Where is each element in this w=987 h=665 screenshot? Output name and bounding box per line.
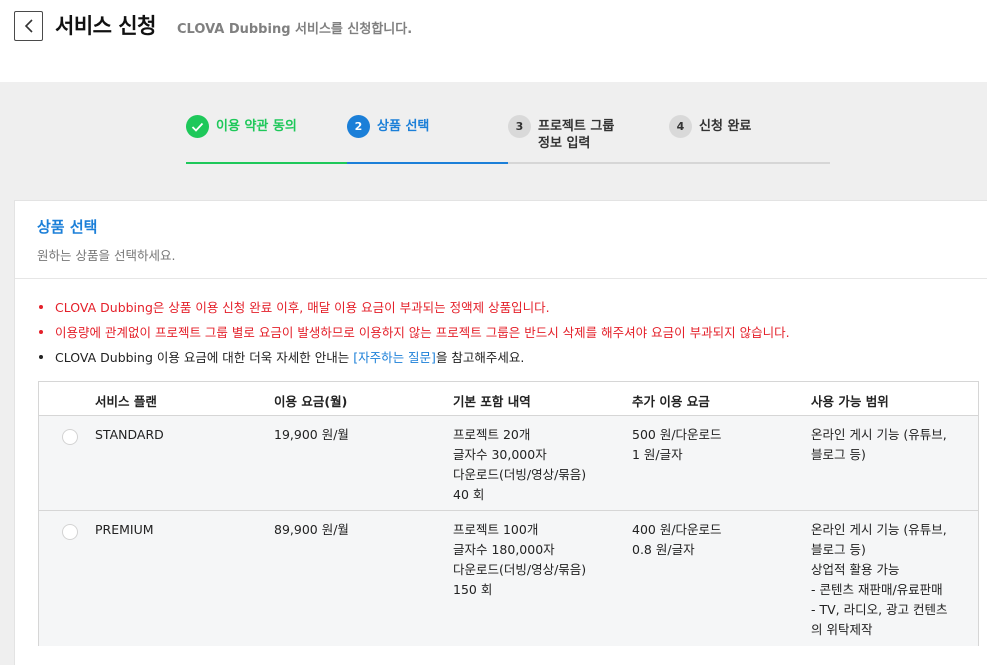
step-label: 프로젝트 그룹 정보 입력 (538, 119, 615, 151)
page-header: 서비스 신청 CLOVA Dubbing 서비스를 신청합니다. (0, 0, 987, 82)
step-label: 이용 약관 동의 (216, 119, 297, 134)
step-project-group-info: 3 프로젝트 그룹 정보 입력 (508, 115, 669, 165)
step-complete: 4 신청 완료 (669, 115, 830, 165)
product-select-card: 상품 선택 원하는 상품을 선택하세요. CLOVA Dubbing은 상품 이… (14, 200, 987, 665)
card-title: 상품 선택 (37, 218, 98, 236)
plan-price: 89,900 원/월 (274, 522, 349, 537)
plan-price: 19,900 원/월 (274, 427, 349, 442)
notice-billing: CLOVA Dubbing은 상품 이용 신청 완료 이후, 매달 이용 요금이… (39, 300, 550, 316)
notice-deletion: 이용량에 관계없이 프로젝트 그룹 별로 요금이 발생하므로 이용하지 않는 프… (39, 325, 790, 341)
card-header: 상품 선택 원하는 상품을 선택하세요. (15, 201, 987, 279)
step-number: 3 (508, 115, 531, 138)
step-done-check-icon (186, 115, 209, 138)
step-product-select: 2 상품 선택 (347, 115, 508, 165)
plan-radio-standard[interactable] (62, 429, 78, 445)
plan-name: PREMIUM (95, 522, 154, 537)
plan-radio-premium[interactable] (62, 524, 78, 540)
plan-included: 프로젝트 100개 글자수 180,000자 다운로드(더빙/영상/묶음) 15… (453, 522, 587, 597)
table-row[interactable]: PREMIUM 89,900 원/월 프로젝트 100개 글자수 180,000… (39, 511, 978, 646)
header-plan: 서비스 플랜 (95, 394, 157, 409)
plan-name: STANDARD (95, 427, 164, 442)
plan-table: 서비스 플랜 이용 요금(월) 기본 포함 내역 추가 이용 요금 사용 가능 … (38, 381, 979, 646)
page-title: 서비스 신청 (55, 14, 156, 38)
notice-faq: CLOVA Dubbing 이용 요금에 대한 더욱 자세한 안내는 [자주하는… (39, 350, 524, 366)
plan-scope: 온라인 게시 기능 (유튜브, 블로그 등) 상업적 활용 가능 - 콘텐츠 재… (811, 522, 948, 637)
back-button[interactable] (14, 11, 43, 41)
card-description: 원하는 상품을 선택하세요. (37, 248, 176, 263)
page-subtitle: CLOVA Dubbing 서비스를 신청합니다. (177, 22, 413, 37)
step-label: 신청 완료 (699, 119, 752, 134)
bullet-icon (39, 354, 43, 359)
step-number: 4 (669, 115, 692, 138)
step-terms-agreement: 이용 약관 동의 (186, 115, 347, 165)
header-price: 이용 요금(월) (274, 394, 348, 409)
plan-included: 프로젝트 20개 글자수 30,000자 다운로드(더빙/영상/묶음) 40 회 (453, 427, 587, 502)
stepper: 이용 약관 동의 2 상품 선택 3 프로젝트 그룹 정보 입력 4 신청 완료 (186, 115, 830, 165)
table-row[interactable]: STANDARD 19,900 원/월 프로젝트 20개 글자수 30,000자… (39, 416, 978, 511)
chevron-left-icon (24, 19, 33, 33)
faq-link[interactable]: [자주하는 질문] (353, 350, 436, 365)
step-number: 2 (347, 115, 370, 138)
plan-scope: 온라인 게시 기능 (유튜브, 블로그 등) (811, 427, 947, 462)
header-scope: 사용 가능 범위 (811, 394, 889, 409)
plan-extra: 500 원/다운로드 1 원/글자 (632, 427, 722, 462)
header-extra: 추가 이용 요금 (632, 394, 710, 409)
header-included: 기본 포함 내역 (453, 394, 531, 409)
step-label: 상품 선택 (377, 119, 430, 134)
bullet-icon (39, 304, 43, 309)
bullet-icon (39, 329, 43, 334)
plan-extra: 400 원/다운로드 0.8 원/글자 (632, 522, 722, 557)
table-header: 서비스 플랜 이용 요금(월) 기본 포함 내역 추가 이용 요금 사용 가능 … (39, 382, 978, 416)
